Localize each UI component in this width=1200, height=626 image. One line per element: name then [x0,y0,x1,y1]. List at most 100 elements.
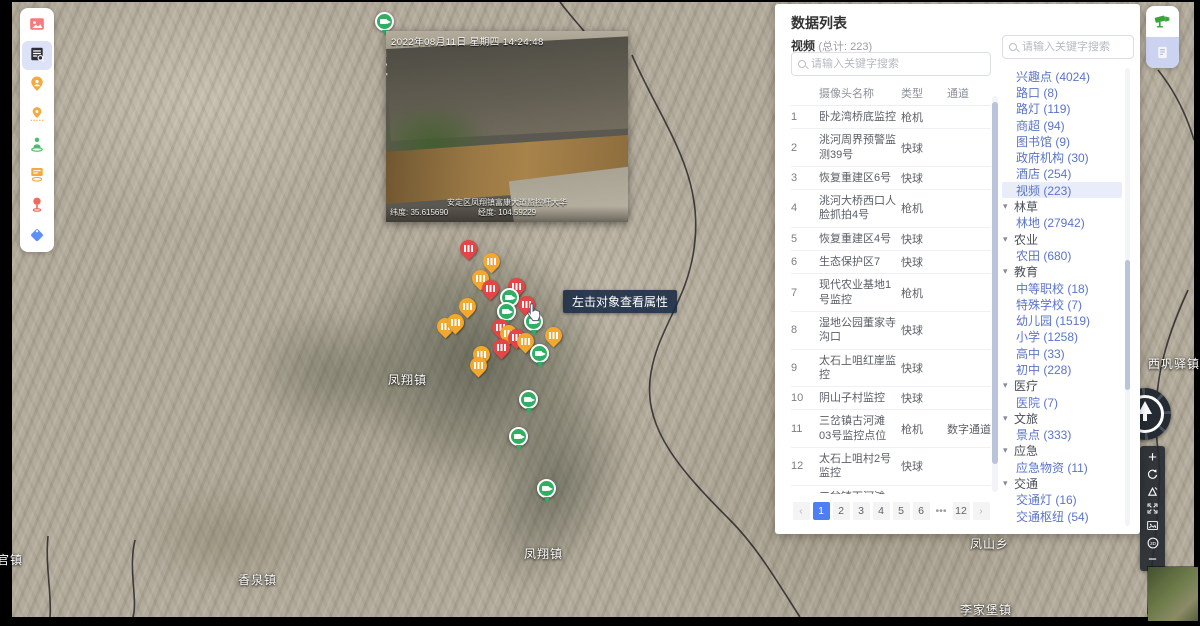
overview-minimap[interactable] [1148,567,1198,621]
video-preview-popup[interactable]: 2022年08月11日 星期四 14:24:48 安定区凤翔镇富康大道监控杆大华… [386,31,628,222]
fullscreen-button[interactable] [1140,500,1165,517]
tree-item-路灯[interactable]: 路灯 (119) [1002,101,1122,117]
page-button-1[interactable]: 1 [813,502,830,520]
camera-search-input[interactable] [811,58,984,70]
camera-marker[interactable] [519,390,538,409]
place-label: 香泉镇 [238,571,277,588]
table-row[interactable]: 1卧龙湾桥底监控枪机 [791,106,991,129]
place-label: 李家堡镇 [960,601,1012,618]
tree-item-商超[interactable]: 商超 (94) [1002,117,1122,133]
tree-item-交通[interactable]: ▾交通 [1002,475,1122,491]
page-next-button[interactable]: › [973,502,990,520]
tree-item-小学[interactable]: 小学 (1258) [1002,329,1122,345]
page-button-2[interactable]: 2 [833,502,850,520]
tree-item-交通灯[interactable]: 交通灯 (16) [1002,492,1122,508]
tree-item-特殊学校[interactable]: 特殊学校 (7) [1002,296,1122,312]
tree-item-幼儿园[interactable]: 幼儿园 (1519) [1002,312,1122,328]
basemap-button[interactable] [1140,517,1165,534]
camera-marker[interactable] [509,427,528,446]
caret-down-icon[interactable]: ▾ [1002,445,1014,456]
tree-item-教育[interactable]: ▾教育 [1002,264,1122,280]
page-button-•••[interactable]: ••• [933,502,950,520]
tree-item-应急物资[interactable]: 应急物资 (11) [1002,459,1122,475]
caret-down-icon[interactable]: ▾ [1002,266,1014,277]
data-list-toggle[interactable] [1146,37,1179,68]
billboard-tool[interactable] [22,161,52,190]
tilt-view-button[interactable] [1140,483,1165,500]
caret-down-icon[interactable]: ▾ [1002,478,1014,489]
tree-item-林地[interactable]: 林地 (27942) [1002,215,1122,231]
table-row[interactable]: 4洮河大桥西口人脸抓拍4号枪机 [791,190,991,228]
tree-item-景点[interactable]: 景点 (333) [1002,427,1122,443]
table-row[interactable]: 13三岔镇下河滩02号监控点位枪机数字通道 [791,486,991,494]
table-row[interactable]: 12太石上咀村2号监控快球 [791,448,991,486]
page-button-4[interactable]: 4 [873,502,890,520]
zoom-out-button[interactable]: − [1140,551,1165,568]
table-row[interactable]: 10阴山子村监控快球 [791,387,991,410]
data-list-tool[interactable] [22,41,52,70]
caret-down-icon[interactable]: ▾ [1002,234,1014,245]
camera-marker[interactable] [537,479,556,498]
header-camera-name: 摄像头名称 [819,85,901,101]
tree-item-林草[interactable]: ▾林草 [1002,198,1122,214]
zoom-in-button[interactable]: + [1140,449,1165,466]
tree-item-酒店[interactable]: 酒店 (254) [1002,166,1122,182]
table-row[interactable]: 3恢复重建区6号快球 [791,167,991,190]
tree-search-input[interactable] [1022,41,1127,53]
person-marker-icon [29,136,45,155]
tree-scrollbar-thumb[interactable] [1125,260,1130,390]
table-row[interactable]: 8湿地公园董家寺沟口快球 [791,312,991,350]
table-row[interactable]: 11三岔镇古河滩03号监控点位枪机数字通道 [791,410,991,448]
tree-item-初中[interactable]: 初中 (228) [1002,361,1122,377]
camera-marker[interactable] [530,344,549,363]
header-type: 类型 [901,85,947,101]
tree-item-文旅[interactable]: ▾文旅 [1002,410,1122,426]
tree-item-医疗[interactable]: ▾医疗 [1002,378,1122,394]
page-button-6[interactable]: 6 [913,502,930,520]
table-row[interactable]: 7现代农业基地1号监控枪机 [791,274,991,312]
left-toolbar [20,8,54,252]
table-row[interactable]: 2洮河周界预警监测39号快球 [791,129,991,167]
reset-view-button[interactable] [1140,466,1165,483]
location-pin-tool[interactable] [22,101,52,130]
poi-person-pin-tool[interactable] [22,71,52,100]
table-row[interactable]: 6生态保护区7快球 [791,251,991,274]
place-label: 凤山乡 [970,535,1009,552]
tree-item-交通枢纽[interactable]: 交通枢纽 (54) [1002,508,1122,524]
tree-item-高中[interactable]: 高中 (33) [1002,345,1122,361]
pushpin-tool[interactable] [22,191,52,220]
tree-item-路口[interactable]: 路口 (8) [1002,84,1122,100]
table-row[interactable]: 5恢复重建区4号快球 [791,228,991,251]
panel-title: 数据列表 [791,13,847,33]
tree-item-兴趣点[interactable]: 兴趣点 (4024) [1002,68,1122,84]
tree-item-图书馆[interactable]: 图书馆 (9) [1002,133,1122,149]
cctv-camera-toggle[interactable] [1146,6,1179,37]
tree-item-应急[interactable]: ▾应急 [1002,443,1122,459]
caret-down-icon[interactable]: ▾ [1002,413,1014,424]
table-row[interactable]: 9太石上咀红崖监控快球 [791,350,991,388]
person-marker-tool[interactable] [22,131,52,160]
camera-marker[interactable] [375,12,394,31]
table-header: 摄像头名称 类型 通道 [791,80,991,106]
billboard-icon [29,166,45,185]
table-scrollbar-thumb[interactable] [992,102,998,464]
basemap-image-tool[interactable] [22,11,52,40]
page-button-5[interactable]: 5 [893,502,910,520]
tag-tool[interactable] [22,221,52,250]
caret-down-icon[interactable]: ▾ [1002,380,1014,391]
tree-item-农业[interactable]: ▾农业 [1002,231,1122,247]
right-toggles [1146,6,1179,68]
view-3d-button[interactable]: 3D [1140,534,1165,551]
tree-item-农田[interactable]: 农田 (680) [1002,247,1122,263]
page-prev-button[interactable]: ‹ [793,502,810,520]
tree-item-政府机构[interactable]: 政府机构 (30) [1002,149,1122,165]
table-scrollbar[interactable] [992,96,998,492]
tree-item-中等职校[interactable]: 中等职校 (18) [1002,280,1122,296]
page-button-12[interactable]: 12 [953,502,970,520]
tree-item-视频[interactable]: 视频 (223) [1002,182,1122,198]
tree-scrollbar[interactable] [1125,68,1130,526]
page-button-3[interactable]: 3 [853,502,870,520]
caret-down-icon[interactable]: ▾ [1002,201,1014,212]
tree-item-医院[interactable]: 医院 (7) [1002,394,1122,410]
pushpin-icon [29,196,45,215]
